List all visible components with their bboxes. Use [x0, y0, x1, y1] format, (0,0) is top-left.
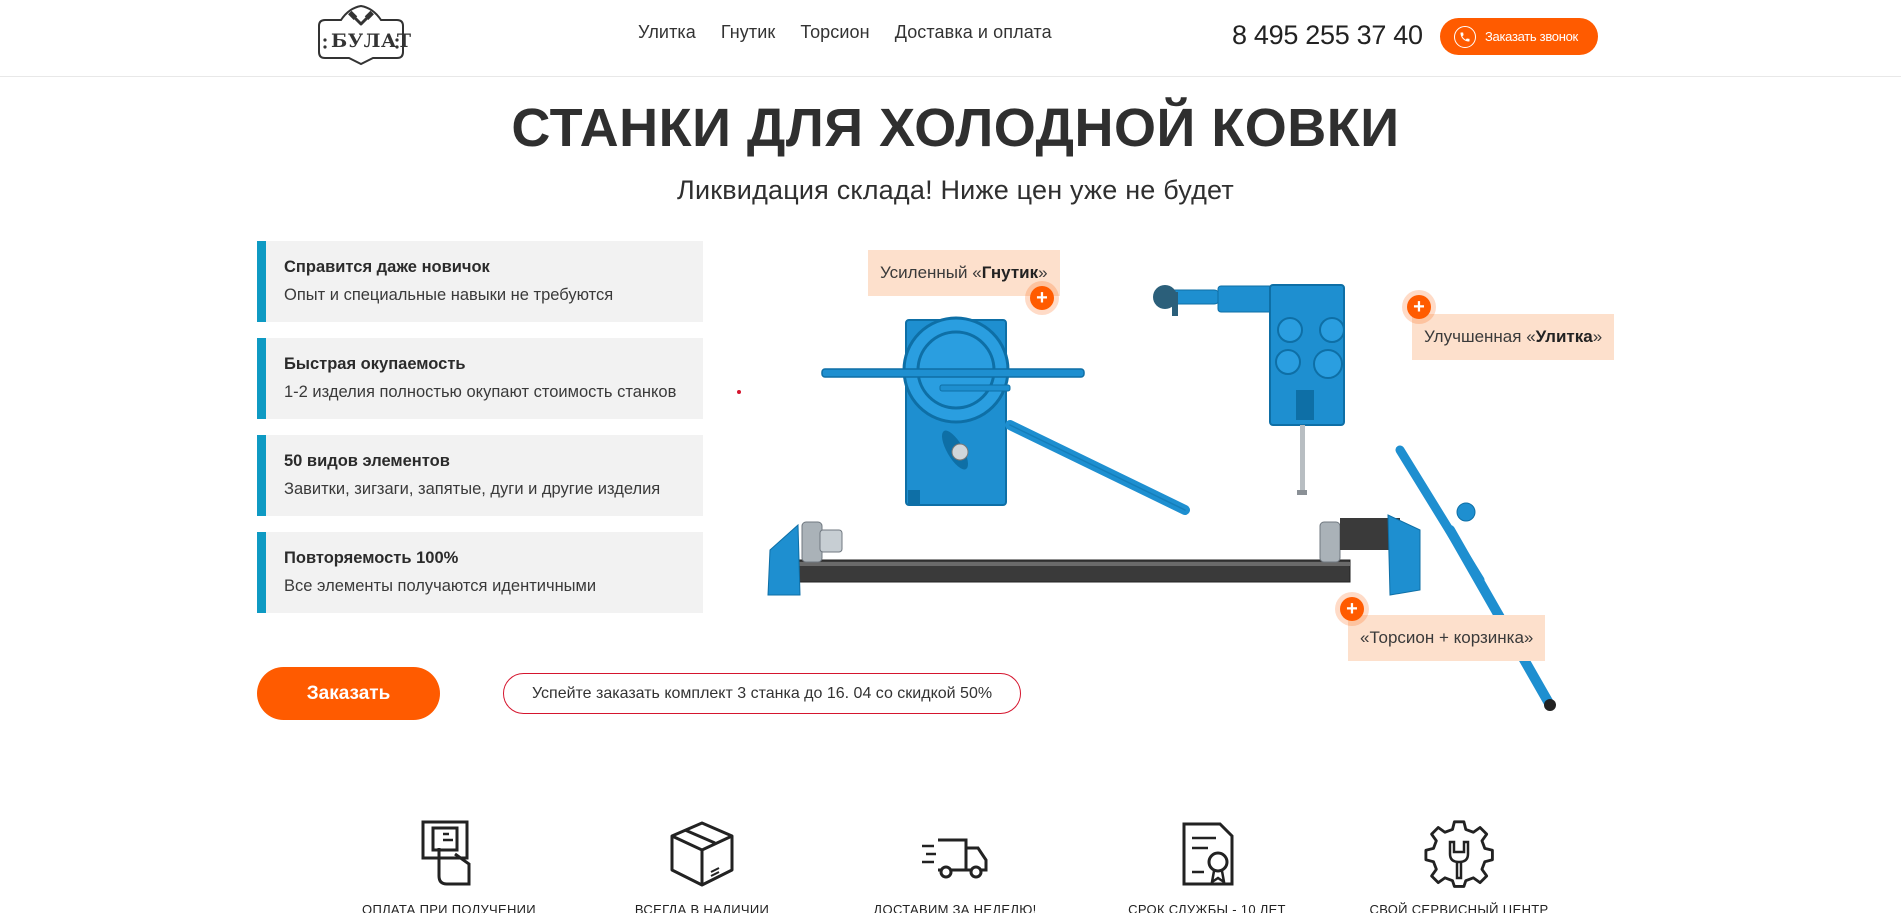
benefit-item: ОПЛАТА ПРИ ПОЛУЧЕНИИ [349, 818, 549, 913]
benefit-label: СВОЙ СЕРВИСНЫЙ ЦЕНТР [1369, 902, 1549, 913]
benefit-label: ДОСТАВИМ ЗА НЕДЕЛЮ! [873, 902, 1037, 913]
decorative-dot [737, 390, 741, 394]
feature-title: Повторяемость 100% [284, 549, 459, 567]
benefit-label: ОПЛАТА ПРИ ПОЛУЧЕНИИ [362, 902, 536, 913]
torsion-label[interactable]: «Торсион + корзинка» [1348, 615, 1546, 661]
phone-number[interactable]: 8 495 255 37 40 [1232, 20, 1423, 51]
order-call-button[interactable]: Заказать звонок [1440, 18, 1598, 55]
cash-terminal-icon [421, 820, 471, 886]
benefit-label: СРОК СЛУЖБЫ - 10 ЛЕТ [1128, 902, 1286, 913]
box-icon [670, 821, 734, 887]
order-call-label: Заказать звонок [1485, 29, 1578, 44]
promo-banner: Успейте заказать комплект 3 станка до 16… [503, 673, 1021, 714]
ulitka-label-name: Улитка [1535, 327, 1593, 346]
benefit-item: ДОСТАВИМ ЗА НЕДЕЛЮ! [855, 818, 1055, 913]
delivery-truck-icon [922, 838, 988, 879]
torsion-plus-icon[interactable]: + [1340, 597, 1364, 621]
ulitka-label[interactable]: Улучшенная «Улитка» [1412, 314, 1615, 360]
ulitka-machine-image [1153, 284, 1345, 495]
feature-card: Повторяемость 100% Все элементы получают… [257, 532, 703, 613]
benefit-item: ВСЕГДА В НАЛИЧИИ [602, 818, 802, 913]
main-nav: Улитка Гнутик Торсион Доставка и оплата [638, 22, 1052, 43]
gnutik-label-suffix: » [1038, 263, 1048, 282]
gnutik-machine-image [821, 316, 1190, 515]
feature-description: Все элементы получаются идентичными [284, 577, 597, 595]
gnutik-label-prefix: Усиленный « [880, 263, 982, 282]
benefit-item: СВОЙ СЕРВИСНЫЙ ЦЕНТР [1359, 818, 1559, 913]
torsion-label-text: «Торсион + корзинка» [1360, 628, 1534, 647]
feature-description: 1-2 изделия полностью окупают стоимость … [284, 383, 677, 401]
gear-wrench-icon [1424, 820, 1494, 888]
feature-title: Быстрая окупаемость [284, 355, 466, 373]
ulitka-plus-icon[interactable]: + [1407, 295, 1431, 319]
logo[interactable]: БУЛАТ [311, 4, 411, 66]
gnutik-label[interactable]: Усиленный «Гнутик» [868, 250, 1060, 296]
ulitka-label-suffix: » [1592, 327, 1603, 346]
feature-title: Справится даже новичок [284, 258, 490, 276]
certificate-icon [1182, 822, 1234, 886]
nav-item-gnutik[interactable]: Гнутик [721, 22, 775, 43]
feature-card: 50 видов элементов Завитки, зигзаги, зап… [257, 435, 703, 516]
page-title: СТАНКИ ДЛЯ ХОЛОДНОЙ КОВКИ [511, 98, 1400, 158]
benefit-label: ВСЕГДА В НАЛИЧИИ [634, 902, 770, 913]
benefit-item: СРОК СЛУЖБЫ - 10 ЛЕТ [1107, 818, 1307, 913]
feature-description: Завитки, зигзаги, запятые, дуги и другие… [284, 480, 661, 498]
order-button[interactable]: Заказать [257, 667, 440, 720]
nav-item-ulitka[interactable]: Улитка [638, 22, 696, 43]
feature-card: Справится даже новичок Опыт и специальны… [257, 241, 703, 322]
gnutik-label-name: Гнутик [981, 263, 1039, 282]
gnutik-plus-icon[interactable]: + [1030, 286, 1054, 310]
logo-text: БУЛАТ [331, 30, 412, 52]
feature-title: 50 видов элементов [284, 452, 450, 470]
phone-icon [1454, 25, 1476, 48]
feature-description: Опыт и специальные навыки не требуются [284, 286, 614, 304]
nav-item-delivery[interactable]: Доставка и оплата [895, 22, 1052, 43]
ulitka-label-prefix: Улучшенная « [1424, 327, 1536, 346]
feature-card: Быстрая окупаемость 1-2 изделия полность… [257, 338, 703, 419]
torsion-machine-image [767, 445, 1556, 711]
page-subtitle: Ликвидация склада! Ниже цен уже не будет [677, 175, 1234, 205]
nav-item-torsion[interactable]: Торсион [800, 22, 869, 43]
site-header: БУЛАТ Улитка Гнутик Торсион Доставка и о… [0, 0, 1901, 77]
